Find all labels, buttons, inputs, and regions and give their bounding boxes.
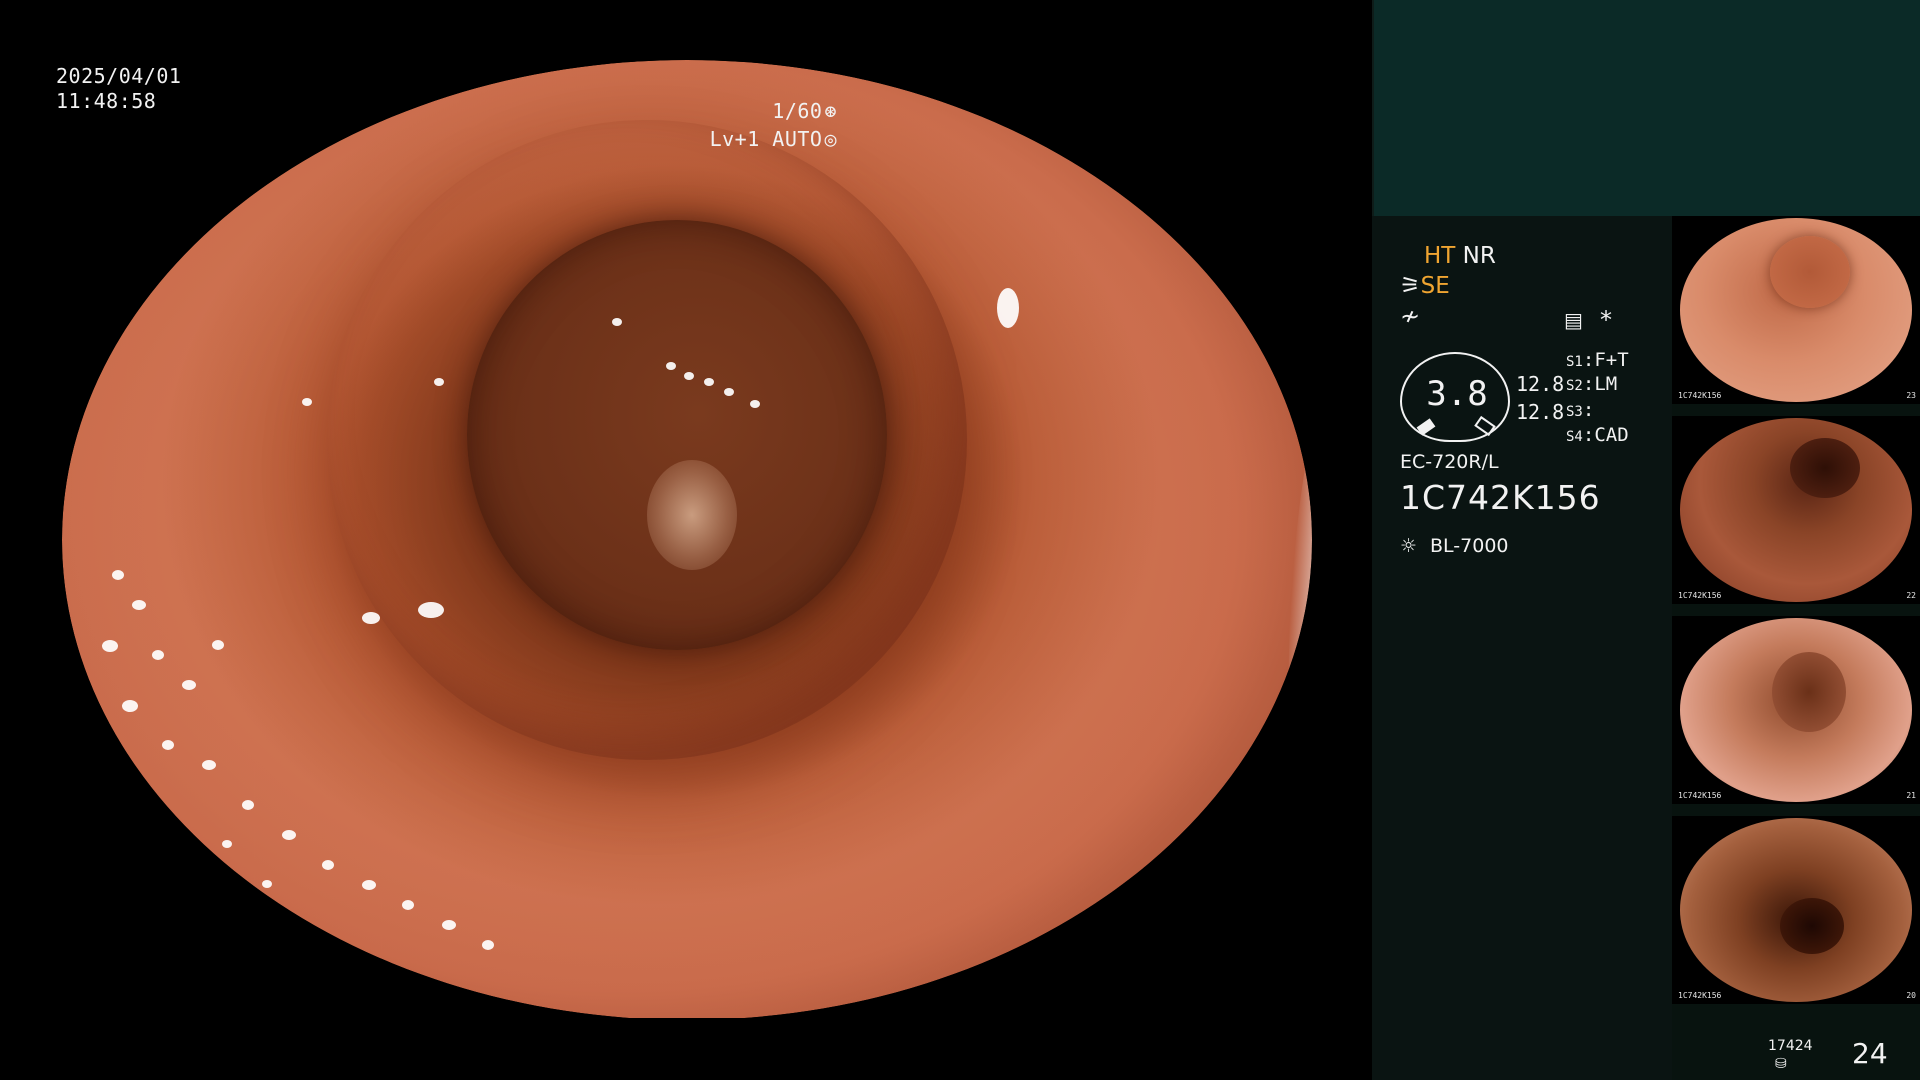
thumbnail-image [1680, 618, 1912, 802]
gloss-spot [434, 378, 444, 386]
side-info-panel [1372, 216, 1672, 1080]
menu-list-icon: ▤ [1564, 308, 1583, 332]
brightness-level-readout: Lv+1 AUTO ◎ [710, 126, 837, 152]
ht-nr-status: HT NR [1424, 242, 1496, 270]
gloss-spot [242, 800, 254, 810]
gloss-spot [362, 880, 376, 890]
switch-key: S3 [1566, 404, 1583, 420]
endoscope-main-view: 2025/04/01 11:48:58 1/60 ⊛ Lv+1 AUTO ◎ [0, 0, 1372, 1080]
gloss-spot [362, 612, 380, 624]
scope-serial: 1C742K156 [1400, 478, 1601, 517]
thumbnail[interactable]: 1C742K156 20 [1672, 816, 1920, 1004]
se-status: ⚞SE [1400, 272, 1450, 300]
exam-date: 2025/04/01 [56, 64, 182, 88]
switch-s2: S2:LM [1566, 373, 1618, 395]
thumbnail-number: 21 [1906, 791, 1916, 800]
gloss-spot [262, 880, 272, 888]
gloss-spot [684, 372, 694, 380]
edge-glare [1276, 358, 1312, 812]
switch-value: LM [1594, 373, 1618, 395]
gloss-spot [132, 600, 146, 610]
thumbnail-lumen [1772, 652, 1846, 732]
iris-icon: ◎ [824, 127, 837, 151]
gloss-spot [442, 920, 456, 930]
lumen [467, 220, 887, 650]
gloss-spot [182, 680, 196, 690]
thumbnail-image [1680, 818, 1912, 1002]
thumbnail-number: 20 [1906, 991, 1916, 1000]
pale-lesion [647, 460, 737, 570]
thumbnail[interactable]: 1C742K156 23 [1672, 216, 1920, 404]
thumbnail-image [1680, 418, 1912, 602]
gloss-spot [162, 740, 174, 750]
gloss-spot [122, 700, 138, 712]
zoom-dial: 3.8 [1400, 352, 1510, 442]
side-panel-header [1372, 0, 1920, 216]
gloss-spot [666, 362, 676, 370]
scope-model: EC-720R/L [1400, 451, 1499, 473]
thumbnail-number: 23 [1906, 391, 1916, 400]
gloss-spot [997, 288, 1019, 328]
thumbnail[interactable]: 1C742K156 22 [1672, 416, 1920, 604]
gloss-spot [612, 318, 622, 326]
switch-key: S4 [1566, 429, 1583, 445]
gloss-spot [724, 388, 734, 396]
shutter-readout: 1/60 ⊛ [772, 98, 837, 124]
thumbnail-serial: 1C742K156 [1678, 991, 1722, 1000]
thumbnail-image [1680, 218, 1912, 402]
thumbnail-lumen [1770, 236, 1850, 308]
gloss-spot [212, 640, 224, 650]
shutter-icon: ⊛ [824, 99, 837, 123]
switch-key: S1 [1566, 354, 1583, 370]
endoscope-image [62, 60, 1312, 1020]
thumbnail-serial: 1C742K156 [1678, 591, 1722, 600]
nr-indicator: NR [1462, 243, 1496, 269]
gloss-spot [282, 830, 296, 840]
gloss-spot [202, 760, 216, 770]
dial-side-value: 12.8 [1516, 372, 1565, 396]
lamp-icon: ☼ [1400, 535, 1418, 557]
freeze-icon: ≁ [1400, 302, 1421, 330]
light-source: ☼ BL-7000 [1400, 532, 1509, 560]
thumbnail-serial: 1C742K156 [1678, 791, 1722, 800]
thumbnail-serial: 1C742K156 [1678, 391, 1722, 400]
switch-s1: S1:F+T [1566, 349, 1629, 371]
thumbnail[interactable]: 1C742K156 21 [1672, 616, 1920, 804]
brightness-level-value: Lv+1 AUTO [709, 127, 823, 151]
gloss-spot [302, 398, 312, 406]
gloss-spot [322, 860, 334, 870]
captured-thumbnails: 1C742K156 23 1C742K156 22 1C742K156 21 1… [1672, 216, 1920, 1016]
gloss-spot [482, 940, 494, 950]
thumbnail-number: 22 [1906, 591, 1916, 600]
switch-s3: S3: [1566, 399, 1595, 421]
gloss-spot [102, 640, 118, 652]
se-indicator: SE [1420, 273, 1450, 299]
switch-value: CAD [1594, 424, 1629, 446]
gloss-spot [704, 378, 714, 386]
structure-enhance-icon: ⚞ [1400, 273, 1421, 299]
light-source-model: BL-7000 [1430, 535, 1509, 557]
gloss-spot [152, 650, 164, 660]
zoom-value: 3.8 [1426, 374, 1488, 414]
gloss-spot [222, 840, 232, 848]
storage-disk-icon: ⛁ [1775, 1056, 1787, 1072]
dial-marker-filled [1416, 418, 1436, 436]
image-count: 24 [1852, 1037, 1888, 1070]
dial-side-value: 12.8 [1516, 400, 1565, 424]
thumbnail-lumen [1790, 438, 1860, 498]
exam-time: 11:48:58 [56, 89, 157, 113]
gloss-spot [418, 602, 444, 618]
star-indicator: * [1600, 306, 1612, 334]
switch-s4: S4:CAD [1566, 424, 1629, 446]
thumbnail-lumen [1780, 898, 1844, 954]
switch-value: F+T [1594, 349, 1629, 371]
gloss-spot [750, 400, 760, 408]
gloss-spot [112, 570, 124, 580]
switch-key: S2 [1566, 378, 1583, 394]
gloss-spot [402, 900, 414, 910]
shutter-value: 1/60 [772, 99, 823, 123]
ht-indicator: HT [1424, 243, 1456, 269]
